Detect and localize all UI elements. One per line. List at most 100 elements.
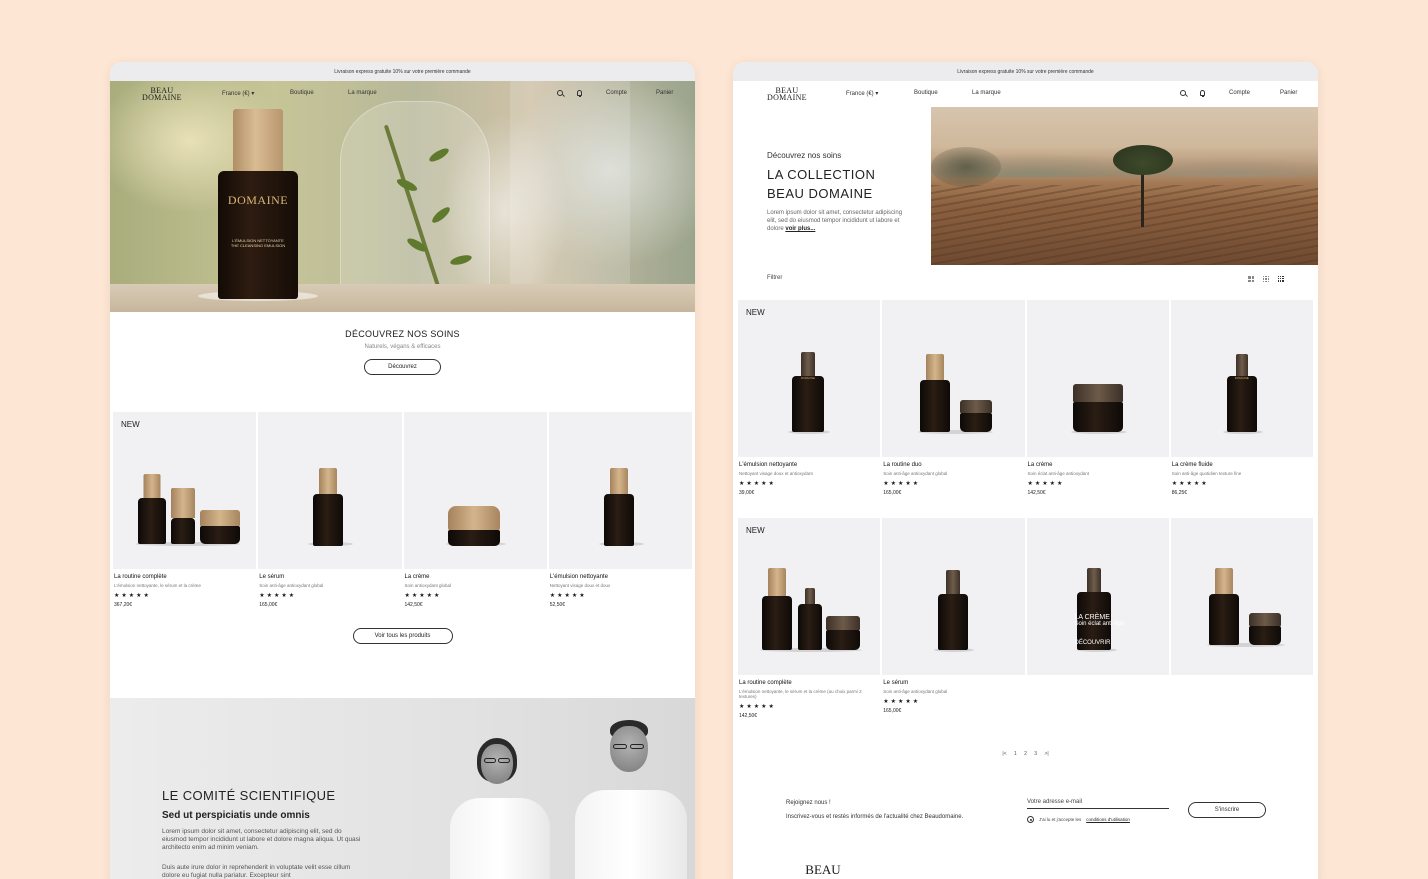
nav-brand[interactable]: La marque [348,90,377,96]
rating-stars: ★★★★★ [404,593,442,599]
last-page-button[interactable]: >| [1044,751,1048,757]
scientist-photo-man [570,720,690,879]
grid-4-icon[interactable] [1278,276,1284,282]
landscape-trees [931,147,1001,187]
product-card[interactable]: NEW DOMAINE L'émulsion nettoyante Nettoy… [738,300,881,496]
rating-stars: ★★★★★ [739,481,776,487]
nav-brand[interactable]: La marque [972,90,1001,96]
product-card[interactable]: Le sérum Soin anti-âge antioxydant globa… [882,518,1025,719]
product-card[interactable]: L'émulsion nettoyante Nettoyant visage d… [548,412,692,608]
product-price: 165,00€ [259,602,278,608]
product-desc: Soin anti-âge antioxydant global [883,689,948,694]
product-card[interactable]: LA CRÈME Soin éclat anti-âge DÉCOUVRIR [1026,518,1169,719]
product-image: NEW [738,518,881,675]
product-card[interactable]: DOMAINE La crème fluide Soin anti-âge qu… [1170,300,1313,496]
bottle-icon: DOMAINE [792,352,824,432]
search-icon[interactable] [1180,90,1186,98]
product-image [1026,300,1169,457]
page-2[interactable]: 2 [1024,751,1027,757]
product-name: Le sérum [883,680,909,686]
product-card[interactable]: NEW La routine complète L'émulsion netto… [738,518,881,719]
product-card[interactable]: La routine duo Soin anti-âge antioxydant… [882,300,1025,496]
brand-logo[interactable]: BEAU DOMAINE [142,87,182,102]
filter-bar: Filtrer [767,275,1284,287]
product-name: La crème [404,574,430,580]
product-desc: Soin éclat anti-âge antioxydant [1027,471,1090,476]
jar-icon [960,400,993,432]
view-switcher [1248,276,1284,282]
chevron-down-icon: ▾ [875,91,879,97]
bottle-body: DOMAINE L'ÉMULSION NETTOYANTE THE CLEANS… [218,171,298,299]
nav-cart[interactable]: Panier [656,90,673,96]
page-3[interactable]: 3 [1034,751,1037,757]
country-selector[interactable]: France (€) ▾ [846,90,878,97]
consent-text: J'ai lu et j'accepte les [1039,817,1082,822]
bell-icon[interactable] [577,90,582,98]
product-grid-row-2: NEW La routine complète L'émulsion netto… [738,518,1313,719]
rating-stars: ★★★★★ [883,699,921,705]
product-image [258,412,402,569]
product-card[interactable]: La crème Soin éclat anti-âge antioxydant… [1026,300,1169,496]
product-card[interactable] [1170,518,1313,719]
bottle-icon [171,488,195,544]
grid-3-icon[interactable] [1263,276,1269,282]
subscribe-button[interactable]: S'inscrire [1188,802,1266,818]
collection-title: LA COLLECTION BEAU DOMAINE [767,165,917,203]
scientific-committee: LE COMITÉ SCIENTIFIQUE Sed ut perspiciat… [110,698,695,879]
bottle-icon [762,568,792,650]
scientist-photo-woman [450,738,560,879]
country-selector[interactable]: France (€) ▾ [222,90,254,97]
search-icon[interactable] [557,90,563,98]
product-name: L'émulsion nettoyante [549,574,608,580]
nav-account[interactable]: Compte [1229,90,1250,96]
nav-account[interactable]: Compte [606,90,627,96]
bell-icon[interactable] [1200,90,1205,98]
rating-stars: ★★★★★ [114,593,151,599]
science-subtitle: Sed ut perspiciatis unde omnis [162,810,310,821]
product-desc: Soin anti-âge antioxydant global [259,583,324,588]
radio-icon[interactable] [1027,816,1034,823]
hover-overlay[interactable]: LA CRÈME Soin éclat anti-âge DÉCOUVRIR [1075,614,1125,647]
overlay-title: LA CRÈME [1074,614,1110,621]
tree-crown [1113,145,1173,175]
product-desc: Soin antioxydant global [404,583,452,588]
product-image: LA CRÈME Soin éclat anti-âge DÉCOUVRIR [1026,518,1169,675]
nav-shop[interactable]: Boutique [290,90,314,96]
hero-table [110,284,695,312]
nav-shop[interactable]: Boutique [914,90,938,96]
collection-kicker: Découvrez nos soins [767,151,842,160]
email-input[interactable]: Votre adresse e-mail [1027,799,1169,809]
read-more-link[interactable]: voir plus... [785,226,815,232]
nav-cart[interactable]: Panier [1280,90,1297,96]
first-page-button[interactable]: |< [1002,751,1006,757]
bottle-icon [938,570,969,650]
grid-2-icon[interactable] [1248,276,1254,282]
rating-stars: ★★★★★ [1027,481,1065,487]
overlay-cta[interactable]: DÉCOUVRIR [1075,640,1125,647]
vineyard-photo [931,107,1318,265]
terms-link[interactable]: conditions d'utilisation [1086,817,1130,822]
rating-stars: ★★★★★ [259,593,297,599]
product-image: NEW DOMAINE [738,300,881,457]
discover-button[interactable]: Découvrez [364,359,441,375]
all-products-wrap: Voir tous les produits [110,624,695,644]
jar-icon [447,506,500,546]
product-image [403,412,547,569]
discover-section: DÉCOUVREZ NOS SOINS Naturels, végans & e… [110,312,695,412]
product-desc: Soin anti-âge quotidien texture fine [1171,471,1242,476]
all-products-button[interactable]: Voir tous les produits [352,628,453,644]
brand-logo[interactable]: BEAU DOMAINE [767,87,807,102]
product-image [882,518,1025,675]
product-desc: Nettoyant visage doux et doux [549,583,611,588]
collection-title-line1: LA COLLECTION [767,167,876,182]
product-card[interactable]: NEW La routine complète L'émulsion netto… [113,412,257,608]
bottle-label-2: THE CLEANSING EMULSION [230,243,286,248]
consent-checkbox[interactable]: J'ai lu et j'accepte les conditions d'ut… [1027,816,1130,823]
product-image [1170,518,1313,675]
filter-button[interactable]: Filtrer [767,275,782,281]
product-card[interactable]: La crème Soin antioxydant global ★★★★★ 1… [403,412,547,608]
product-price: 142,50€ [739,713,758,719]
product-card[interactable]: Le sérum Soin anti-âge antioxydant globa… [258,412,402,608]
main-nav: BEAU DOMAINE France (€) ▾ Boutique La ma… [110,81,695,107]
page-1[interactable]: 1 [1014,751,1017,757]
